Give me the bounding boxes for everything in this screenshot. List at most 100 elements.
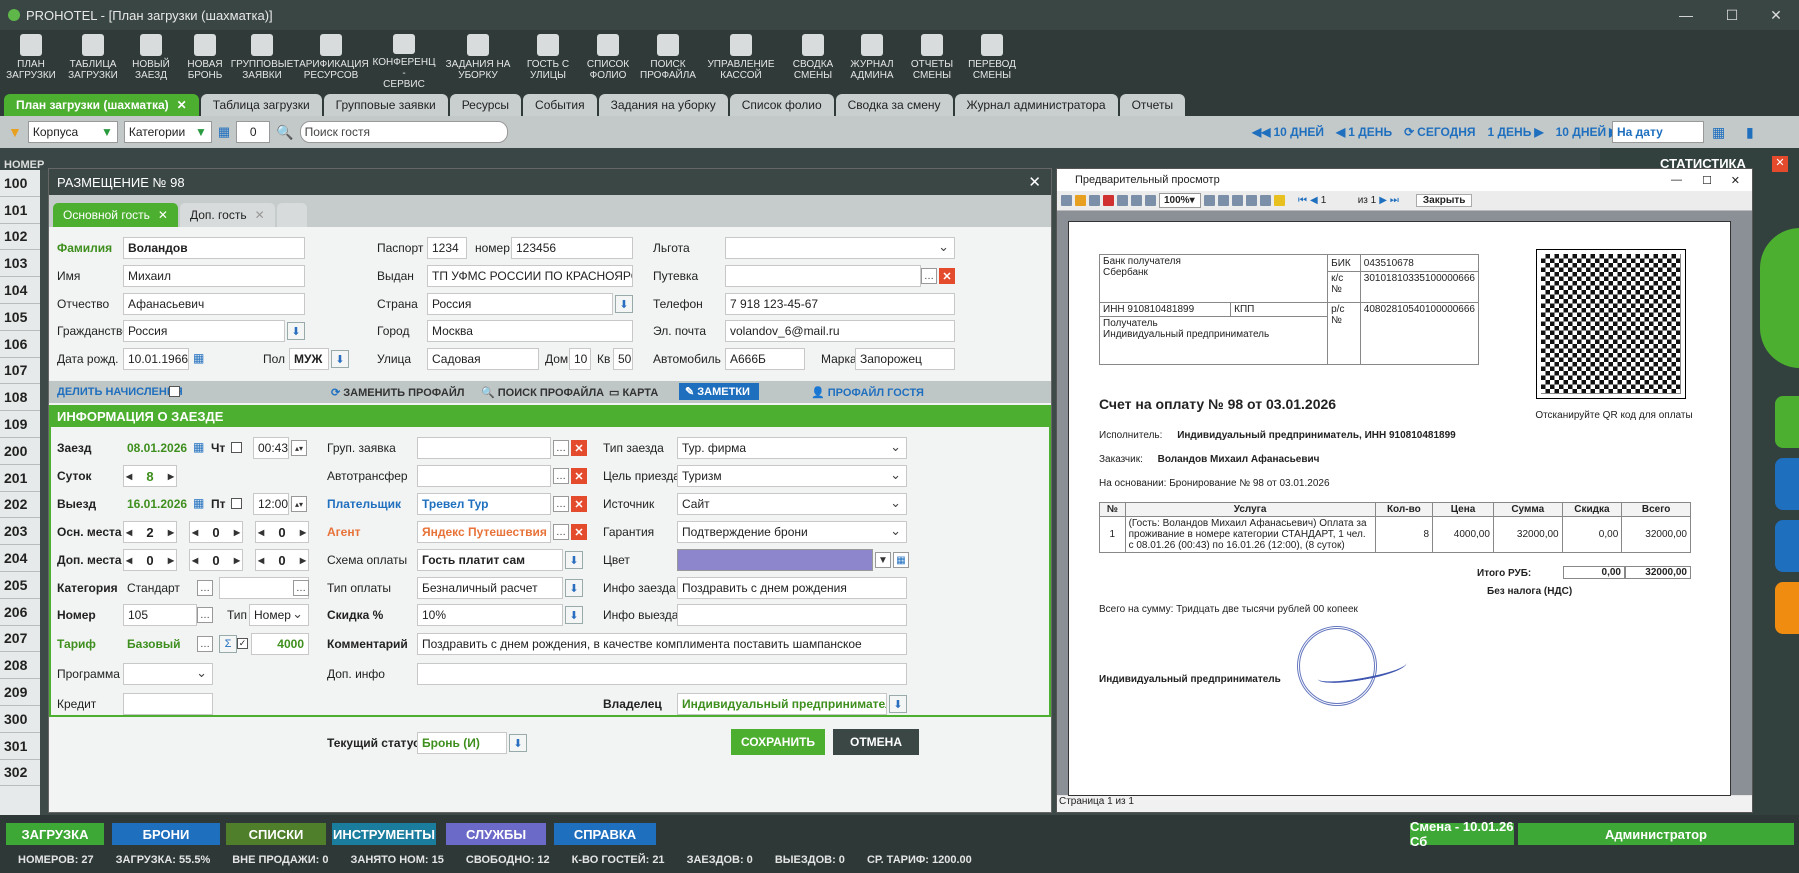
extra-places-stepper-2[interactable]: ◀ 0 ▶ xyxy=(189,549,243,571)
source-select[interactable]: Сайт xyxy=(677,493,907,515)
depart-calendar-icon[interactable]: ▦ xyxy=(193,496,204,510)
birthdate-calendar-icon[interactable]: ▦ xyxy=(193,351,204,365)
cancel-button[interactable]: ОТМЕНА xyxy=(833,729,919,755)
group-input[interactable] xyxy=(417,437,551,459)
minimize-icon[interactable]: — xyxy=(1663,0,1709,30)
maximize-icon[interactable]: ☐ xyxy=(1709,0,1755,30)
citizenship-download-icon[interactable]: ⬇ xyxy=(287,322,305,340)
next-page-icon[interactable]: ▶ xyxy=(1379,195,1387,206)
toolbar-button-9[interactable]: СПИСОК ФОЛИО xyxy=(578,30,638,90)
issued-input[interactable]: ТП УФМС РОССИИ ПО КРАСНОЯРСКОМ xyxy=(427,265,633,287)
tariff-checkbox[interactable]: ✓ xyxy=(237,638,248,649)
payer-input[interactable]: Тревел Тур xyxy=(417,493,551,515)
payscheme-input[interactable]: Гость платит сам xyxy=(417,549,563,571)
toolbar-button-11[interactable]: УПРАВЛЕНИЕ КАССОЙ xyxy=(698,30,784,90)
depart-time-input[interactable]: 12:00 xyxy=(253,493,289,515)
count-stepper[interactable]: 0 xyxy=(236,121,271,143)
color-dropdown-icon[interactable]: ▼ xyxy=(875,552,891,568)
toolbar-button-8[interactable]: ГОСТЬ С УЛИЦЫ xyxy=(518,30,578,90)
agent-clear-icon[interactable]: ✕ xyxy=(571,524,587,540)
agent-more-button[interactable]: … xyxy=(553,524,569,540)
category-select[interactable]: Категории ▼ xyxy=(123,121,212,143)
room-row[interactable]: 206 xyxy=(0,599,40,626)
payer-more-button[interactable]: … xyxy=(553,496,569,512)
prev-10-days-button[interactable]: ◀◀ 10 ДНЕЙ xyxy=(1252,125,1324,139)
load-button[interactable]: ЗАГРУЗКА xyxy=(6,823,104,845)
toolbar-button-6[interactable]: КОНФЕРЕНЦ - СЕРВИС xyxy=(370,30,438,90)
status-input[interactable]: Бронь (И) xyxy=(417,732,507,754)
depart-dow-checkbox[interactable] xyxy=(231,498,242,509)
room-row[interactable]: 105 xyxy=(0,304,40,331)
payscheme-download-icon[interactable]: ⬇ xyxy=(565,551,583,569)
toolbar-button-7[interactable]: ЗАДАНИЯ НА УБОРКУ xyxy=(438,30,518,90)
staytype-select[interactable]: Тур. фирма xyxy=(677,437,907,459)
credit-input[interactable] xyxy=(123,693,213,715)
find-icon[interactable] xyxy=(1117,195,1128,206)
name-input[interactable]: Михаил xyxy=(123,265,305,287)
services-button[interactable]: СЛУЖБЫ xyxy=(446,823,546,845)
prev-1-day-button[interactable]: ◀ 1 ДЕНЬ xyxy=(1336,125,1392,139)
room-row[interactable]: 107 xyxy=(0,358,40,385)
room-row[interactable]: 108 xyxy=(0,384,40,412)
admin-badge[interactable]: Администратор xyxy=(1518,823,1794,845)
pdf-icon[interactable] xyxy=(1103,195,1114,206)
arrive-calendar-icon[interactable]: ▦ xyxy=(193,440,204,454)
fit-icon[interactable] xyxy=(1218,195,1229,206)
zoom-select[interactable]: 100% ▾ xyxy=(1159,193,1201,208)
tab-6[interactable]: Список фолио xyxy=(729,94,834,116)
tab-4[interactable]: События xyxy=(523,94,597,116)
surname-input[interactable]: Воландов xyxy=(123,237,305,259)
purpose-select[interactable]: Туризм xyxy=(677,465,907,487)
tab-9[interactable]: Отчеты xyxy=(1119,94,1186,116)
tariff-more-button[interactable]: … xyxy=(197,636,213,652)
tariff-sum-input[interactable]: 4000 xyxy=(251,633,309,655)
stats-close-icon[interactable]: ✕ xyxy=(1772,156,1788,172)
room-row[interactable]: 100 xyxy=(0,170,40,197)
room-input[interactable]: 105 xyxy=(123,604,197,626)
discount-download-icon[interactable]: ⬇ xyxy=(565,606,583,624)
citizenship-input[interactable]: Россия xyxy=(123,320,285,342)
corpus-select[interactable]: Корпуса ▼ xyxy=(27,121,118,143)
close-window-icon[interactable]: ✕ xyxy=(1753,0,1799,30)
status-download-icon[interactable]: ⬇ xyxy=(509,734,527,752)
tools-button[interactable]: ИНСТРУМЕНТЫ xyxy=(332,823,436,845)
split-charges-toggle[interactable]: ДЕЛИТЬ НАЧИСЛЕНИЯ xyxy=(57,386,183,398)
main-places-stepper-2[interactable]: ◀ 0 ▶ xyxy=(189,521,243,543)
car-input[interactable]: А666Б xyxy=(725,348,805,370)
room-row[interactable]: 207 xyxy=(0,626,40,653)
chart-icon[interactable]: ▮ xyxy=(1746,124,1754,141)
calendar-icon[interactable]: ▦ xyxy=(1712,124,1725,141)
room-row[interactable]: 203 xyxy=(0,518,40,546)
room-more-button[interactable]: … xyxy=(197,607,213,623)
preview-minimize-icon[interactable]: — xyxy=(1671,174,1682,186)
room-row[interactable]: 301 xyxy=(0,733,40,760)
room-row[interactable]: 208 xyxy=(0,652,40,680)
extra-places-stepper-3[interactable]: ◀ 0 ▶ xyxy=(255,549,309,571)
prev-page-icon[interactable]: ◀ xyxy=(1310,195,1318,206)
open-icon[interactable] xyxy=(1075,195,1086,206)
tab-2[interactable]: Групповые заявки xyxy=(323,94,448,116)
preview-close-button[interactable]: Закрыть xyxy=(1415,194,1473,207)
toolbar-button-13[interactable]: ЖУРНАЛ АДМИНА xyxy=(842,30,902,90)
toolbar-button-5[interactable]: ТАРИФИКАЦИЯ РЕСУРСОВ xyxy=(292,30,370,90)
guest-search-input[interactable]: Поиск гостя xyxy=(299,121,508,143)
print-icon[interactable] xyxy=(1061,195,1072,206)
paytype-input[interactable]: Безналичный расчет xyxy=(417,577,563,599)
split-charges-checkbox[interactable] xyxy=(169,386,180,397)
paytype-download-icon[interactable]: ⬇ xyxy=(565,579,583,597)
main-places-stepper-3[interactable]: ◀ 0 ▶ xyxy=(255,521,309,543)
tab-new[interactable] xyxy=(276,203,307,227)
type-select[interactable]: Номер xyxy=(249,604,309,626)
owner-download-icon[interactable]: ⬇ xyxy=(889,695,907,713)
category-more-button[interactable]: … xyxy=(197,580,213,596)
room-row[interactable]: 102 xyxy=(0,224,40,251)
replace-profile-button[interactable]: ⟳ ЗАМЕНИТЬ ПРОФАЙЛ xyxy=(331,386,465,399)
country-input[interactable]: Россия xyxy=(427,293,613,315)
tab-1[interactable]: Таблица загрузки xyxy=(200,94,322,116)
group-more-button[interactable]: … xyxy=(553,440,569,456)
room-row[interactable]: 209 xyxy=(0,679,40,706)
bookings-button[interactable]: БРОНИ xyxy=(112,823,220,845)
group-clear-icon[interactable]: ✕ xyxy=(571,440,587,456)
payer-clear-icon[interactable]: ✕ xyxy=(571,496,587,512)
save-icon[interactable] xyxy=(1089,195,1100,206)
